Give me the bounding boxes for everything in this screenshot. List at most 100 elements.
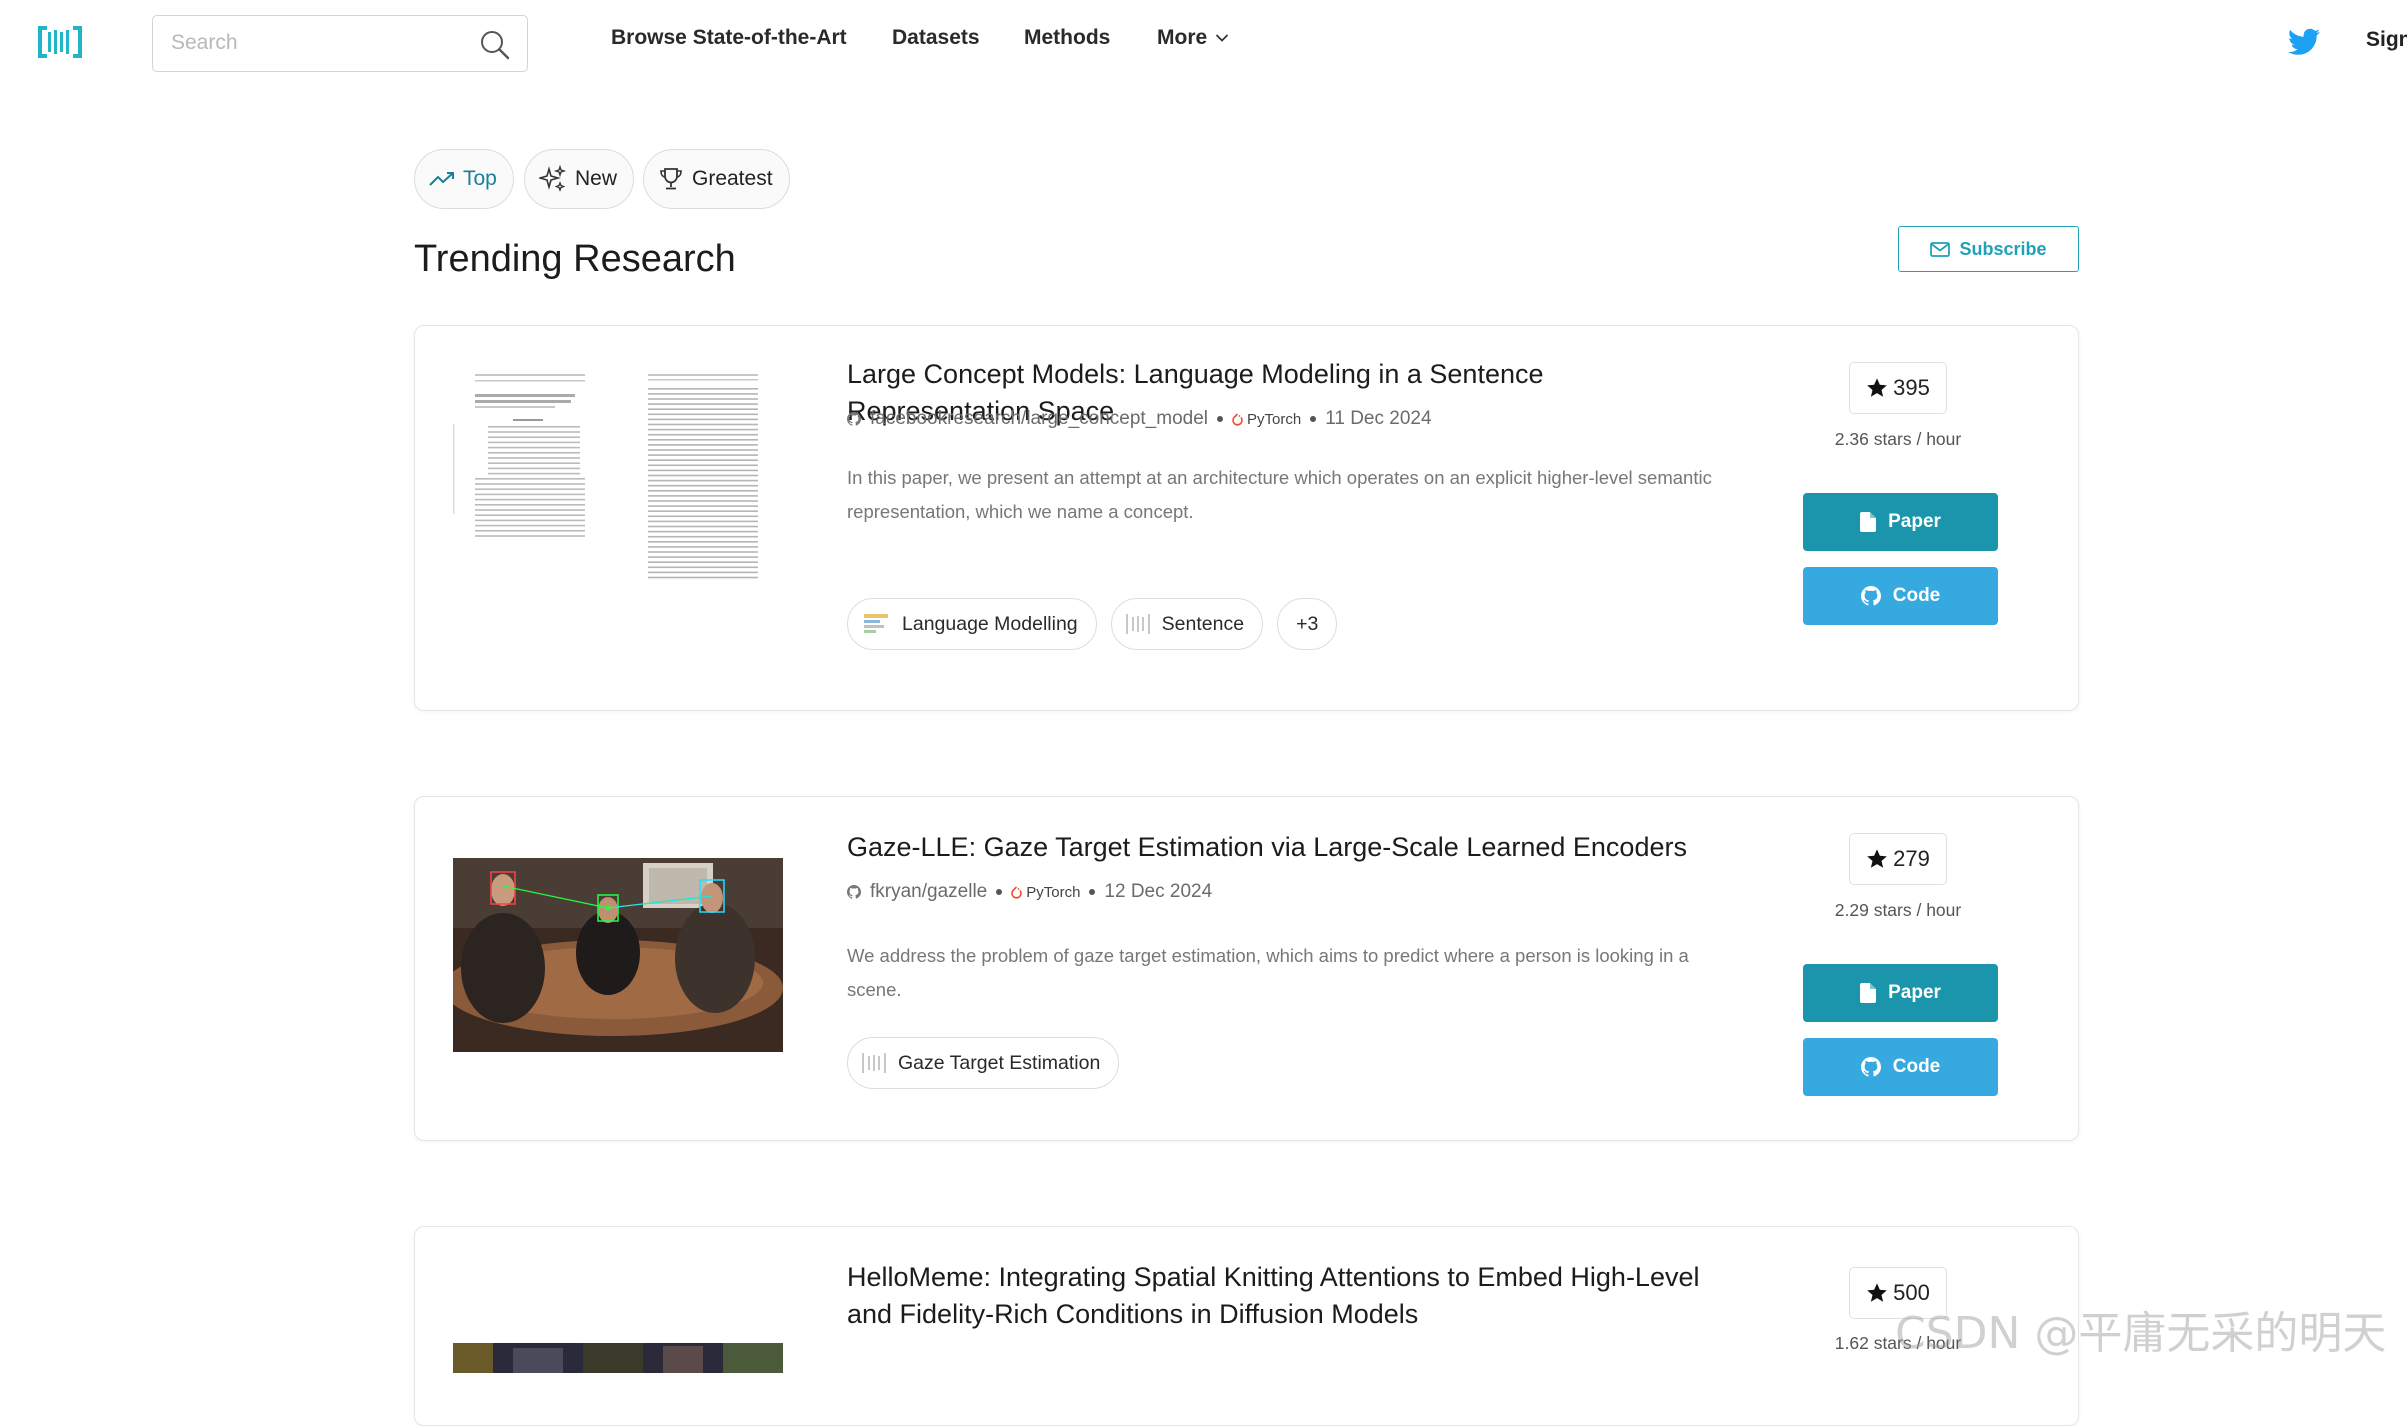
thumbnail-text-line xyxy=(648,484,758,487)
thumbnail-text-line xyxy=(475,514,585,516)
thumbnail-text-line xyxy=(488,452,580,454)
tag-sentence[interactable]: Sentence xyxy=(1110,598,1264,650)
star-icon xyxy=(1867,849,1887,868)
thumbnail-text-line xyxy=(648,566,758,569)
more-tags-button[interactable]: +3 xyxy=(1277,598,1338,650)
thumbnail-text-line xyxy=(488,467,580,470)
thumbnail-text-line xyxy=(648,505,758,507)
code-button[interactable]: Code xyxy=(1803,1038,1998,1096)
thumbnail-text-line xyxy=(488,462,580,464)
search-input[interactable] xyxy=(171,26,461,60)
subscribe-button[interactable]: Subscribe xyxy=(1898,226,2079,272)
nav-more-dropdown[interactable]: More xyxy=(1157,26,1229,50)
task-tags: Language Modelling Sentence +3 xyxy=(847,598,1338,650)
more-tags-count: +3 xyxy=(1296,612,1319,635)
paper-abstract: We address the problem of gaze target es… xyxy=(847,945,1689,1000)
repo-link[interactable]: fkryan/gazelle xyxy=(870,881,987,903)
paper-thumbnail[interactable] xyxy=(453,1343,783,1373)
tab-new-label: New xyxy=(575,167,618,190)
stars-rate: 2.29 stars / hour xyxy=(1834,900,1962,920)
paper-thumbnail[interactable] xyxy=(453,374,783,584)
separator-dot xyxy=(1089,889,1096,895)
thumbnail-text-line xyxy=(648,393,758,395)
paper-meta: fkryan/gazelle PyTorch 12 Dec 2024 xyxy=(847,881,1212,903)
star-icon xyxy=(1867,1283,1887,1302)
repo-link[interactable]: facebookresearch/large_concept_model xyxy=(870,408,1208,430)
code-button-label: Code xyxy=(1892,1056,1941,1077)
thumbnail-text-line xyxy=(648,469,758,472)
paper-title[interactable]: Gaze-LLE: Gaze Target Estimation via Lar… xyxy=(847,829,1717,866)
nav-methods[interactable]: Methods xyxy=(1024,26,1110,50)
paper-title[interactable]: HelloMeme: Integrating Spatial Knitting … xyxy=(847,1259,1717,1333)
stars-count: 395 xyxy=(1893,375,1930,400)
thumbnail-text-line xyxy=(475,504,585,506)
thumbnail-text-line xyxy=(648,556,758,558)
paper-card: HelloMeme: Integrating Spatial Knitting … xyxy=(414,1226,2079,1426)
separator-dot xyxy=(1310,416,1317,422)
star-icon xyxy=(1867,378,1887,397)
github-stars[interactable]: 279 xyxy=(1849,833,1947,885)
separator-dot xyxy=(996,889,1003,895)
task-placeholder-icon xyxy=(1125,614,1150,634)
tag-gaze-target-estimation[interactable]: Gaze Target Estimation xyxy=(847,1037,1120,1089)
twitter-icon[interactable] xyxy=(2288,28,2320,56)
tag-language-modelling[interactable]: Language Modelling xyxy=(847,598,1097,650)
thumbnail-text-line xyxy=(648,408,758,410)
thumbnail-text-line xyxy=(648,546,758,548)
stars-count: 279 xyxy=(1893,846,1930,871)
thumbnail-text-line xyxy=(648,541,758,543)
top-navbar: Browse State-of-the-Art Datasets Methods… xyxy=(0,0,2407,88)
search-icon[interactable] xyxy=(478,28,512,62)
thumbnail-text-line xyxy=(648,418,758,421)
code-button[interactable]: Code xyxy=(1803,567,1998,625)
thumbnail-text-line xyxy=(648,551,758,553)
tab-top-label: Top xyxy=(463,167,497,190)
tag-label: Gaze Target Estimation xyxy=(898,1051,1101,1074)
paper-thumbnail[interactable] xyxy=(453,858,783,1052)
thumbnail-text-line xyxy=(648,388,758,390)
thumbnail-text-line xyxy=(648,530,758,533)
thumbnail-text-line xyxy=(648,525,758,528)
sign-in-link[interactable]: Sign xyxy=(2366,28,2407,52)
watermark: CSDN @平庸无采的明天 xyxy=(1895,1308,2387,1359)
thumbnail-text-line xyxy=(648,454,758,456)
nav-more-label: More xyxy=(1157,26,1208,49)
paper-button[interactable]: Paper xyxy=(1803,493,1998,551)
task-placeholder-icon xyxy=(862,1053,886,1073)
subscribe-label: Subscribe xyxy=(1959,238,2047,259)
sparkles-icon xyxy=(539,165,567,192)
thumbnail-text-line xyxy=(648,474,758,477)
thumbnail-text-line xyxy=(475,530,585,532)
thumbnail-text-line xyxy=(648,561,758,563)
task-thumbnail-icon xyxy=(864,614,888,633)
thumbnail-text-line xyxy=(648,413,758,416)
tab-new[interactable]: New xyxy=(524,149,635,209)
tag-label: Language Modelling xyxy=(902,612,1078,635)
papers-with-code-logo[interactable] xyxy=(38,24,82,60)
github-icon xyxy=(1860,1057,1881,1077)
thumbnail-text-line xyxy=(648,428,758,431)
search-box[interactable] xyxy=(152,15,528,72)
framework-badge: PyTorch xyxy=(1011,884,1080,901)
tab-top[interactable]: Top xyxy=(414,149,514,209)
tag-label: Sentence xyxy=(1161,612,1245,635)
thumbnail-text-line xyxy=(488,472,580,475)
thumbnail-text-line xyxy=(648,479,758,482)
thumbnail-text-line xyxy=(648,500,758,502)
nav-browse-sota[interactable]: Browse State-of-the-Art xyxy=(611,26,847,50)
github-icon xyxy=(847,412,861,426)
github-stars[interactable]: 395 xyxy=(1849,362,1947,414)
thumbnail-text-line xyxy=(648,459,758,461)
stars-rate: 2.36 stars / hour xyxy=(1834,429,1962,449)
pytorch-icon xyxy=(1011,885,1023,899)
tab-greatest[interactable]: Greatest xyxy=(643,149,790,209)
thumbnail-text-line xyxy=(648,403,758,405)
file-icon xyxy=(1860,512,1877,532)
thumbnail-text-line xyxy=(475,483,585,485)
nav-datasets[interactable]: Datasets xyxy=(892,26,980,50)
thumbnail-text-line xyxy=(475,509,585,511)
paper-button[interactable]: Paper xyxy=(1803,964,1998,1022)
github-icon xyxy=(1860,586,1881,606)
trophy-icon xyxy=(660,168,682,190)
thumbnail-text-line xyxy=(475,535,585,537)
